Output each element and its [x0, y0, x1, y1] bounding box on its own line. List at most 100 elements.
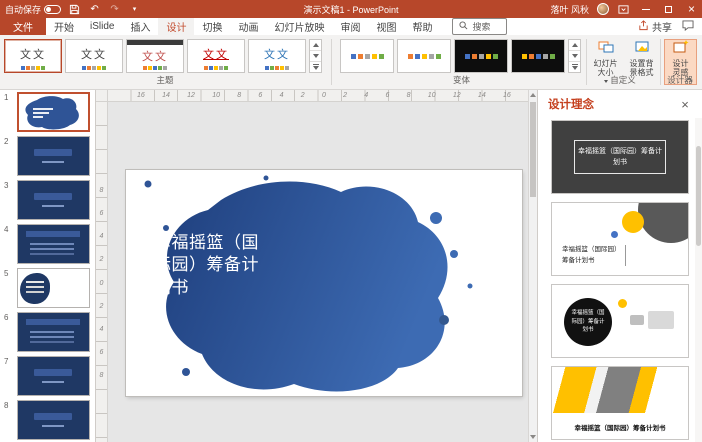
- horizontal-ruler: 1614121086420246810121416: [108, 90, 537, 102]
- theme-color-strip: [127, 66, 183, 70]
- slide-canvas[interactable]: 幸福摇篮（国际园）筹备计划书: [126, 170, 522, 396]
- theme-thumbnail-3[interactable]: 文文: [126, 39, 184, 73]
- share-button[interactable]: 共享: [638, 19, 672, 34]
- variant-thumbnail-4[interactable]: [511, 39, 565, 73]
- themes-group-label: 主题: [4, 74, 326, 86]
- variant-thumbnail-2[interactable]: [397, 39, 451, 73]
- panel-scrollbar[interactable]: [695, 118, 702, 442]
- search-box[interactable]: 搜索: [452, 18, 507, 35]
- search-label: 搜索: [472, 20, 490, 33]
- themes-scroll-up-icon[interactable]: [310, 40, 321, 51]
- design-ideas-panel: 设计理念 幸福摇篮（国际园）筹备计划书 幸福摇篮（国际园）筹备计划书 幸福摇篮（…: [537, 90, 702, 442]
- main-scrollbar[interactable]: [528, 90, 537, 442]
- slide-thumb-image[interactable]: [17, 136, 90, 176]
- themes-scroll-down-icon[interactable]: [310, 51, 321, 62]
- slide-thumb-3[interactable]: 3: [0, 178, 95, 222]
- save-icon[interactable]: [68, 3, 81, 16]
- design-ideas-icon: [673, 40, 689, 57]
- tab-view[interactable]: 视图: [368, 18, 404, 35]
- theme-color-strip: [5, 66, 61, 70]
- variants-scroll-down-icon[interactable]: [569, 51, 580, 62]
- slide-thumb-image[interactable]: [17, 400, 90, 440]
- tab-file[interactable]: 文件: [0, 18, 46, 35]
- scroll-down-icon[interactable]: [529, 432, 537, 442]
- design-card-text: 幸福摇篮（国际园）筹备计划书: [552, 422, 688, 432]
- title-bar: 自动保存 演示文稿1 - PowerPoint 落叶 风秋: [0, 0, 702, 18]
- customize-group-label: 自定义: [588, 74, 658, 86]
- slide-thumb-5[interactable]: 5: [0, 266, 95, 310]
- tab-design[interactable]: 设计: [158, 18, 194, 35]
- tab-insert[interactable]: 插入: [122, 18, 158, 35]
- design-suggestion-3[interactable]: 幸福摇篮（国际园）筹备计划书: [551, 284, 689, 358]
- theme-thumbnail-2[interactable]: 文文: [65, 39, 123, 73]
- design-suggestion-1[interactable]: 幸福摇篮（国际园）筹备计划书: [551, 120, 689, 194]
- slide-thumb-4[interactable]: 4: [0, 222, 95, 266]
- tab-home[interactable]: 开始: [46, 18, 82, 35]
- group-divider: [660, 39, 661, 85]
- editing-canvas[interactable]: 1614121086420246810121416 864202468: [96, 90, 537, 442]
- autosave-switch-icon[interactable]: [44, 5, 61, 14]
- slide-thumb-8[interactable]: 8: [0, 398, 95, 442]
- ribbon-design: 文文 文文 文文 文文 文文 主题: [0, 35, 702, 90]
- ribbon-display-options-icon[interactable]: [617, 3, 630, 16]
- scroll-up-icon[interactable]: [529, 90, 537, 100]
- minimize-button[interactable]: [638, 2, 653, 16]
- theme-color-strip: [188, 66, 244, 70]
- slide-thumb-1[interactable]: 1: [0, 90, 95, 134]
- tab-islide[interactable]: iSlide: [82, 18, 122, 35]
- slide-thumb-7[interactable]: 7: [0, 354, 95, 398]
- slide-thumbnail-panel: 1 2 3 4 5 6: [0, 90, 96, 442]
- tab-slideshow[interactable]: 幻灯片放映: [266, 18, 332, 35]
- variant-thumbnail-1[interactable]: [340, 39, 394, 73]
- variants-scroll-up-icon[interactable]: [569, 40, 580, 51]
- design-suggestion-2[interactable]: 幸福摇篮（国际园）筹备计划书: [551, 202, 689, 276]
- themes-more-icon[interactable]: [310, 62, 321, 72]
- diagonal-stripes-shape: [552, 367, 688, 413]
- themes-gallery-scroll: [309, 39, 322, 73]
- tab-help[interactable]: 帮助: [404, 18, 440, 35]
- variants-more-icon[interactable]: [569, 62, 580, 72]
- scrollbar-thumb[interactable]: [530, 102, 536, 197]
- design-suggestion-4[interactable]: 幸福摇篮（国际园）筹备计划书: [551, 366, 689, 440]
- slide-size-icon: [598, 40, 614, 57]
- vertical-ruler: 864202468: [96, 102, 108, 442]
- collapse-ribbon-icon[interactable]: [684, 75, 696, 84]
- panel-close-icon[interactable]: [678, 97, 692, 111]
- tab-transitions[interactable]: 切换: [194, 18, 230, 35]
- variants-gallery-scroll: [568, 39, 581, 73]
- theme-thumbnail-4[interactable]: 文文: [187, 39, 245, 73]
- ruler-numbers: 864202468: [96, 187, 107, 379]
- theme-thumbnail-current[interactable]: 文文: [4, 39, 62, 73]
- slide-thumb-image[interactable]: [17, 312, 90, 352]
- mini-inkblot: [19, 94, 88, 130]
- group-divider: [331, 39, 332, 85]
- format-background-icon: [634, 40, 650, 57]
- slide-thumb-image[interactable]: [17, 268, 90, 308]
- quick-access-dropdown-icon[interactable]: [128, 3, 141, 16]
- slide-thumb-6[interactable]: 6: [0, 310, 95, 354]
- tabbar-right: 共享: [638, 18, 702, 35]
- close-button[interactable]: [684, 2, 699, 16]
- share-label: 共享: [652, 19, 672, 34]
- tab-animations[interactable]: 动画: [230, 18, 266, 35]
- variant-thumbnail-3[interactable]: [454, 39, 508, 73]
- search-icon: [459, 21, 468, 32]
- slide-thumb-image[interactable]: [17, 180, 90, 220]
- user-name[interactable]: 落叶 风秋: [550, 3, 589, 16]
- slide-thumb-image[interactable]: [17, 224, 90, 264]
- tab-review[interactable]: 审阅: [332, 18, 368, 35]
- panel-scrollbar-thumb[interactable]: [696, 146, 701, 246]
- autosave-label: 自动保存: [5, 3, 41, 16]
- maximize-button[interactable]: [661, 2, 676, 16]
- ribbon-tab-bar: 文件 开始 iSlide 插入 设计 切换 动画 幻灯片放映 审阅 视图 帮助 …: [0, 18, 702, 35]
- slide-thumb-image[interactable]: [17, 356, 90, 396]
- theme-thumbnail-5[interactable]: 文文: [248, 39, 306, 73]
- slide-thumb-2[interactable]: 2: [0, 134, 95, 178]
- user-avatar[interactable]: [597, 3, 609, 15]
- autosave-toggle[interactable]: 自动保存: [5, 3, 61, 16]
- undo-icon[interactable]: [88, 3, 101, 16]
- slide-thumb-image[interactable]: [17, 92, 90, 132]
- slide-title-textbox[interactable]: 幸福摇篮（国际园）筹备计划书: [154, 232, 266, 299]
- powerpoint-window: 自动保存 演示文稿1 - PowerPoint 落叶 风秋 文件 开始 iSli…: [0, 0, 702, 442]
- comments-icon[interactable]: [682, 20, 694, 34]
